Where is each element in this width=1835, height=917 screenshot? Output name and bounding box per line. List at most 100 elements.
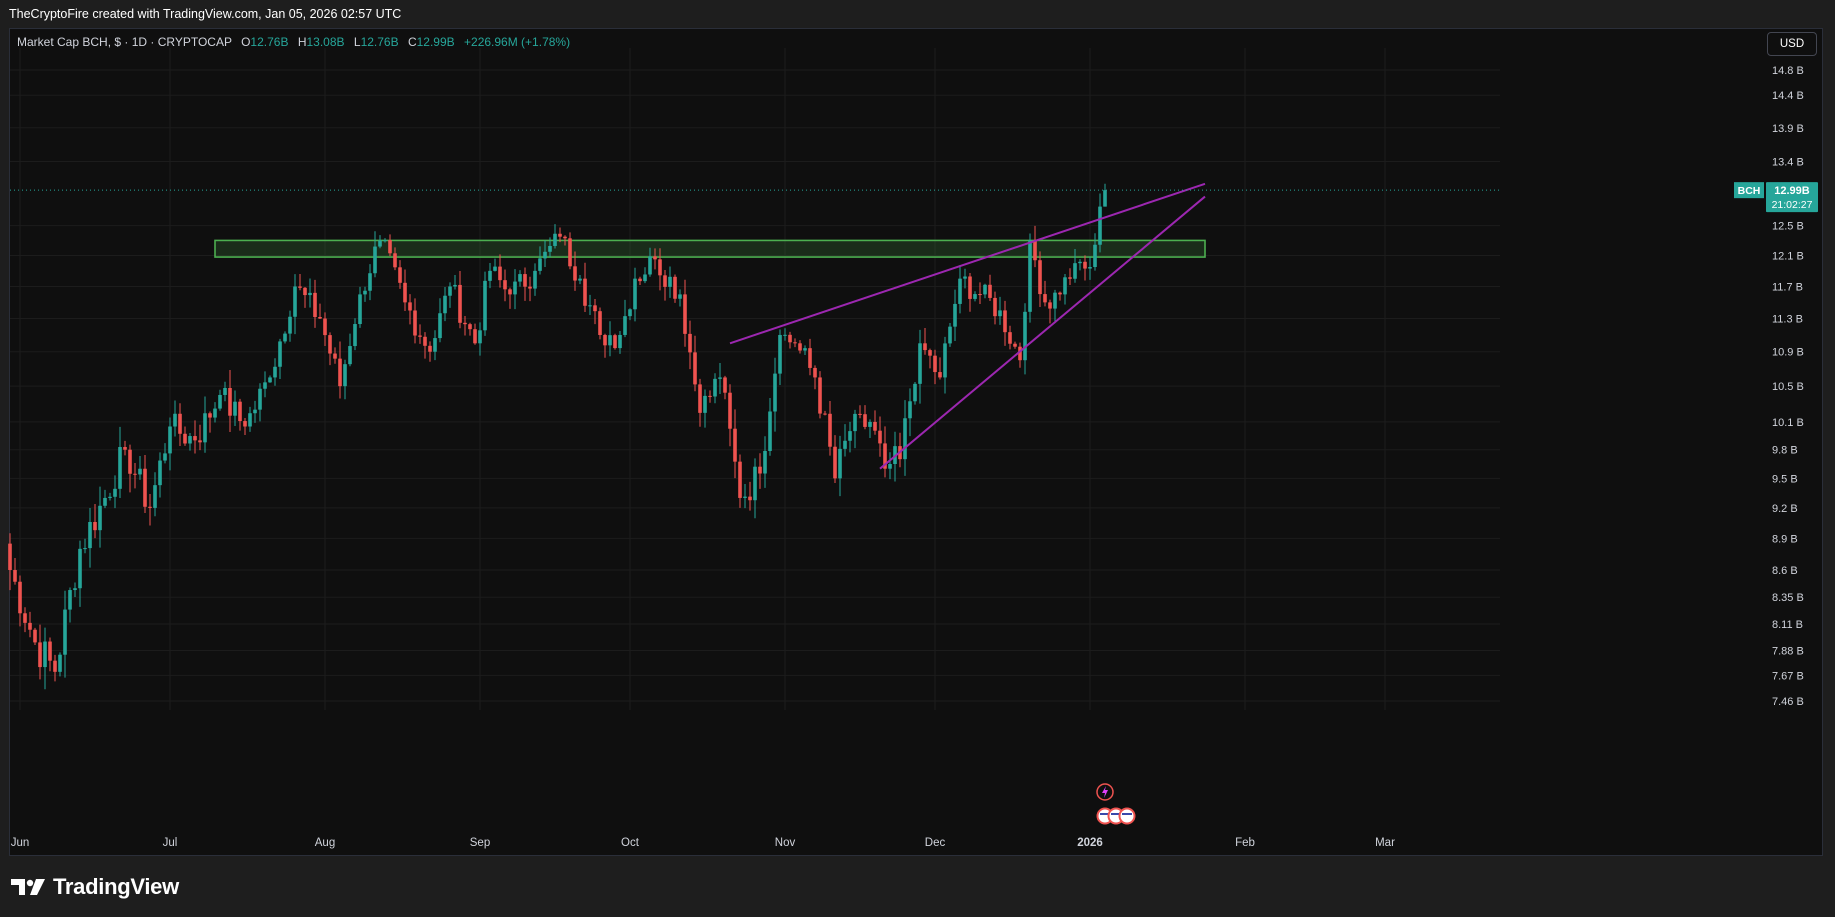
candle-body — [848, 431, 852, 441]
candle-body — [418, 335, 422, 337]
candle-body — [663, 275, 667, 287]
candle-body — [113, 488, 117, 497]
candle-body — [133, 473, 137, 475]
candle-body — [918, 343, 922, 384]
candle-body — [188, 436, 192, 444]
tradingview-logo-text: TradingView — [53, 874, 179, 899]
candle-body — [428, 345, 432, 352]
candle-body — [1098, 206, 1102, 245]
candle-body — [558, 233, 562, 237]
tradingview-logo[interactable]: TradingView — [11, 874, 179, 900]
candle-body — [633, 278, 637, 310]
y-tick-label: 14.4 B — [1772, 90, 1804, 102]
candle-body — [1013, 343, 1017, 347]
y-tick-label: 12.5 B — [1772, 221, 1804, 233]
candle-body — [863, 414, 867, 427]
candle-body — [703, 395, 707, 413]
candle-body — [303, 287, 307, 296]
candle-body — [998, 310, 1002, 317]
candle-body — [673, 276, 677, 299]
candle-body — [203, 413, 207, 443]
candle-body — [733, 428, 737, 462]
candle-body — [658, 259, 662, 276]
close-label: C — [407, 35, 417, 49]
candle-body — [953, 303, 957, 327]
price-chart[interactable]: 7.46 B 7.67 B 7.88 B 8.11 B 8.35 B 8.6 B 8.9 B… — [0, 0, 1835, 917]
candle-body — [128, 449, 132, 474]
currency-button[interactable]: USD — [1767, 32, 1817, 56]
candle-body — [768, 411, 772, 451]
candle-body — [403, 282, 407, 303]
candle-body — [1073, 263, 1077, 279]
candle-body — [603, 334, 607, 346]
candle-body — [1063, 277, 1067, 295]
price-tag-countdown: 21:02:27 — [1772, 199, 1813, 211]
candle-body — [383, 240, 387, 242]
y-tick-label: 9.5 B — [1772, 473, 1798, 485]
symbol-title[interactable]: Market Cap BCH, $ · 1D · CRYPTOCAP — [17, 35, 232, 49]
tradingview-logo-icon — [11, 879, 45, 895]
candle-body — [378, 240, 382, 247]
candle-body — [168, 426, 172, 454]
candle-body — [138, 468, 142, 475]
candle-body — [288, 316, 292, 334]
candle-body — [423, 336, 427, 346]
y-tick-label: 10.9 B — [1772, 347, 1804, 359]
candle-body — [523, 274, 527, 287]
high-value: 13.08B — [306, 35, 345, 49]
candle-body — [1053, 292, 1057, 309]
candle-body — [683, 294, 687, 334]
candle-body — [298, 286, 302, 288]
candle-body — [773, 373, 777, 412]
candle-body — [948, 326, 952, 344]
candle-body — [528, 286, 532, 289]
candle-body — [1083, 261, 1087, 269]
candle-body — [463, 322, 467, 325]
candle-body — [878, 430, 882, 444]
candle-body — [1008, 332, 1012, 344]
x-tick-label: Feb — [1235, 837, 1255, 849]
footer — [0, 858, 1835, 917]
y-tick-label: 7.67 B — [1772, 670, 1804, 682]
candle-body — [503, 280, 507, 290]
x-tick-label: Dec — [925, 837, 946, 849]
candle-body — [778, 334, 782, 374]
candle-body — [103, 497, 107, 506]
x-tick-label: Sep — [470, 837, 490, 849]
y-tick-label: 7.46 B — [1772, 696, 1804, 708]
y-tick-label: 13.9 B — [1772, 123, 1804, 135]
candle-body — [678, 294, 682, 299]
price-tag-value: 12.99B — [1774, 185, 1810, 197]
candle-body — [943, 343, 947, 378]
candle-body — [58, 654, 62, 672]
candle-body — [238, 401, 242, 422]
candle-body — [598, 311, 602, 335]
candle-body — [743, 496, 747, 498]
candle-body — [258, 388, 262, 410]
candle-body — [63, 609, 67, 655]
candle-body — [388, 240, 392, 254]
candle-body — [143, 468, 147, 507]
candle-body — [888, 463, 892, 469]
candles — [8, 183, 1107, 690]
candle-body — [958, 278, 962, 304]
candle-body — [928, 350, 932, 356]
candle-body — [643, 274, 647, 282]
candle-body — [368, 273, 372, 291]
candle-body — [1093, 244, 1097, 268]
candle-body — [753, 466, 757, 501]
candle-body — [483, 280, 487, 331]
y-tick-label: 7.88 B — [1772, 646, 1804, 658]
candle-body — [263, 382, 267, 389]
candle-body — [908, 401, 912, 419]
x-tick-label: Nov — [775, 837, 796, 849]
candle-body — [813, 367, 817, 378]
x-tick-label: Jul — [163, 837, 178, 849]
y-tick-label: 13.4 B — [1772, 157, 1804, 169]
y-tick-label: 9.2 B — [1772, 503, 1798, 515]
candle-body — [343, 364, 347, 387]
candle-body — [853, 413, 857, 432]
candle-body — [553, 233, 557, 246]
candle-body — [993, 297, 997, 317]
candle-body — [163, 453, 167, 461]
